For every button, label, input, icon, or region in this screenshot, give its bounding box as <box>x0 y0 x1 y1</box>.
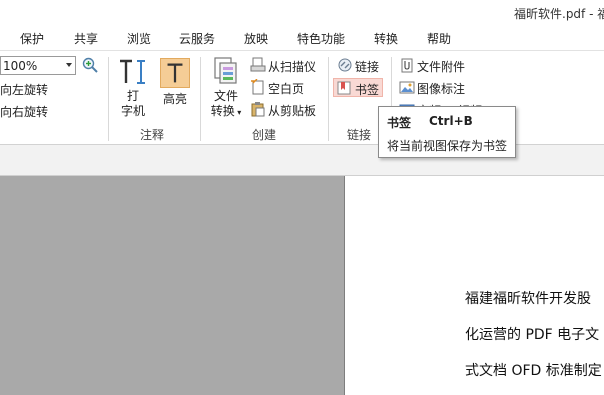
convert-file-label-1: 文件 <box>213 89 238 103</box>
group-separator <box>200 57 201 141</box>
attachment-icon <box>401 58 413 73</box>
pdf-page: 福建福昕软件开发股 化运营的 PDF 电子文 式文档 OFD 标准制定 <box>344 176 604 395</box>
tab-special-features[interactable]: 特色功能 <box>297 30 345 47</box>
annotate-group-label: 注释 <box>140 128 165 142</box>
bookmark-label: 书签 <box>355 83 380 97</box>
clipboard-icon <box>251 102 265 117</box>
highlight-button[interactable]: 高亮 <box>156 55 194 107</box>
group-separator <box>328 57 329 141</box>
tab-convert[interactable]: 转换 <box>374 30 398 47</box>
document-text-line: 化运营的 PDF 电子文 <box>465 327 600 343</box>
convert-file-button[interactable]: 文件 转换 ▾ <box>206 55 246 120</box>
typewriter-label-2: 字机 <box>120 104 145 118</box>
ribbon-tabs: 保护 共享 浏览 云服务 放映 特色功能 转换 帮助 <box>0 26 604 50</box>
typewriter-button[interactable]: 打 字机 <box>114 55 152 119</box>
bookmark-icon <box>337 81 351 95</box>
typewriter-label-1: 打 <box>126 89 139 103</box>
tooltip-description: 将当前视图保存为书签 <box>387 139 508 153</box>
scanner-icon <box>250 57 266 72</box>
bookmark-tooltip: 书签 Ctrl+B 将当前视图保存为书签 <box>378 106 516 158</box>
tab-slideshow[interactable]: 放映 <box>244 30 268 47</box>
from-scanner-label: 从扫描仪 <box>268 60 317 74</box>
tab-share[interactable]: 共享 <box>74 30 98 47</box>
from-scanner-button[interactable]: 从扫描仪 <box>250 56 322 75</box>
rotate-left-button[interactable]: 向左旋转 <box>0 81 48 98</box>
blank-page-label: 空白页 <box>268 82 305 96</box>
zoom-select[interactable]: 100% <box>0 56 76 75</box>
document-text-line: 式文档 OFD 标准制定 <box>465 363 602 379</box>
tab-view[interactable]: 浏览 <box>127 30 151 47</box>
tooltip-shortcut: Ctrl+B <box>429 114 473 128</box>
image-icon <box>399 81 415 94</box>
document-text-line: 福建福昕软件开发股 <box>465 291 591 307</box>
chevron-down-icon <box>66 63 72 67</box>
convert-file-label-2: 转换 ▾ <box>210 104 242 118</box>
tab-help[interactable]: 帮助 <box>427 30 451 47</box>
group-separator <box>108 57 109 141</box>
file-attachment-button[interactable]: 文件附件 <box>399 56 471 75</box>
link-button[interactable]: 链接 <box>337 56 385 75</box>
file-attachment-label: 文件附件 <box>417 60 466 74</box>
tooltip-title: 书签 <box>387 116 412 130</box>
title-bar: 福昕软件.pdf - 福 <box>0 0 604 26</box>
image-annotation-button[interactable]: 图像标注 <box>399 78 471 97</box>
link-label: 链接 <box>355 60 380 74</box>
highlight-label: 高亮 <box>162 92 187 106</box>
zoom-value: 100% <box>3 59 38 73</box>
bookmark-button[interactable]: 书签 <box>333 78 383 97</box>
tab-protect[interactable]: 保护 <box>20 30 44 47</box>
tab-cloud-services[interactable]: 云服务 <box>179 30 215 47</box>
rotate-right-button[interactable]: 向右旋转 <box>0 103 48 120</box>
workspace-background <box>0 176 344 395</box>
blank-page-button[interactable]: 空白页 <box>250 78 312 97</box>
blank-page-icon <box>251 79 264 95</box>
file-convert-icon <box>214 57 237 84</box>
typewriter-icon <box>120 59 145 84</box>
from-clipboard-label: 从剪贴板 <box>268 104 317 118</box>
from-clipboard-button[interactable]: 从剪贴板 <box>250 100 322 119</box>
create-group-label: 创建 <box>252 128 277 142</box>
window-title: 福昕软件.pdf - 福 <box>514 7 604 21</box>
link-group-label: 链接 <box>347 128 372 142</box>
image-annotation-label: 图像标注 <box>417 82 466 96</box>
highlight-icon <box>160 58 190 88</box>
link-icon <box>338 58 352 72</box>
zoom-in-icon[interactable] <box>82 57 98 73</box>
